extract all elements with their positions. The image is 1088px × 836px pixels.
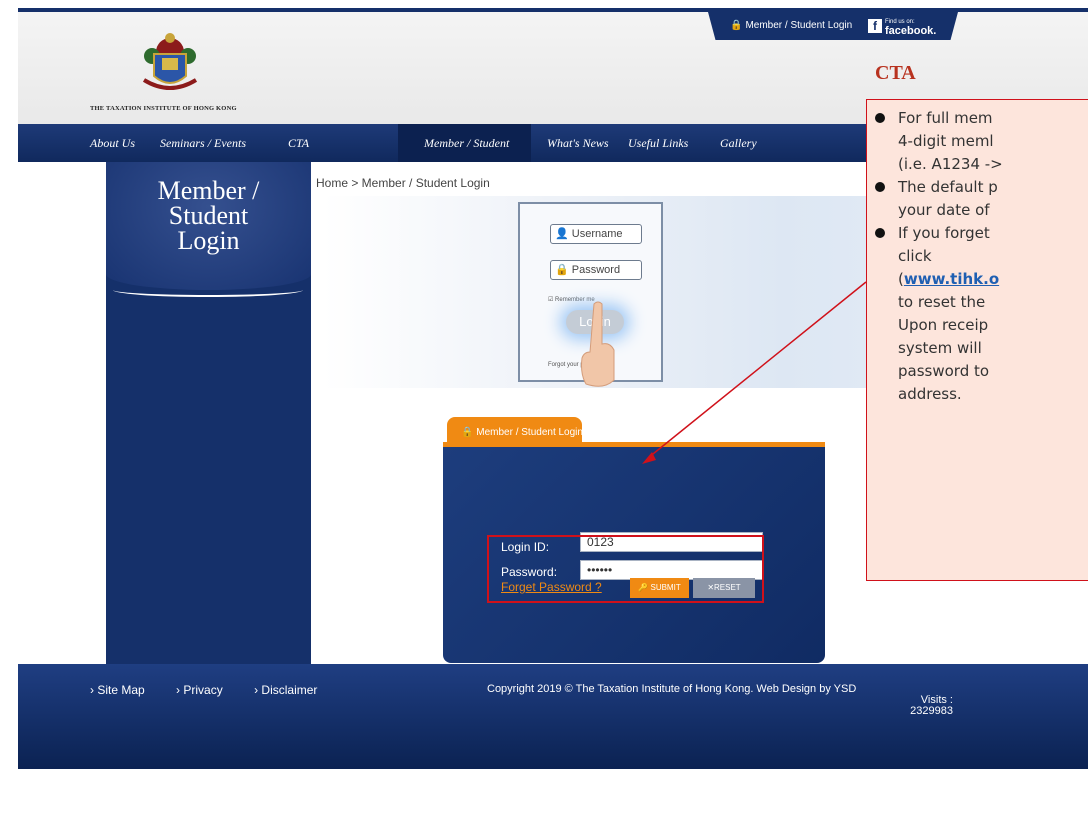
sidebar-title: Member / Student Login [106,176,311,255]
footer-privacy-link[interactable]: › Privacy [176,683,237,697]
callout-line: (www.tihk.o [898,270,1000,288]
callout-line: your date of [898,201,990,219]
nav-gallery[interactable]: Gallery [720,136,757,151]
visits-value: 2329983 [910,705,953,717]
callout-bullet: For full mem [875,108,1088,128]
sidebar-arc [113,283,303,297]
visit-counter: Visits : 2329983 [893,695,953,717]
sidebar-title-line: Student [168,201,249,230]
lock-icon: 🔒 [730,20,743,31]
facebook-icon: f [868,19,882,33]
facebook-link[interactable]: f Find us on: facebook. [868,16,937,37]
footer-links: › Site Map › Privacy › Disclaimer [90,683,345,697]
breadcrumb[interactable]: Home > Member / Student Login [316,176,490,190]
callout-line: address. [898,385,962,403]
footer-sitemap-link[interactable]: › Site Map [90,683,159,697]
callout-line: password to [898,362,990,380]
callout-bullet: If you forget [875,223,1088,243]
cta-brand: CTA [875,62,916,84]
nav-seminars-events[interactable]: Seminars / Events [160,136,246,151]
nav-whats-news[interactable]: What's News [547,136,609,151]
callout-line: (i.e. A1234 -> [898,155,1003,173]
callout-link[interactable]: www.tihk.o [904,270,999,288]
banner-password-field: 🔒 Password [550,260,642,280]
footer-disclaimer-link[interactable]: › Disclaimer [254,683,331,697]
sidebar-title-line: Member / [157,176,260,205]
lock-icon: 🔒 [461,427,474,438]
institute-name: THE TAXATION INSTITUTE OF HONG KONG [90,105,237,112]
callout-line: click [898,247,932,265]
sidebar-title-line: Login [177,226,240,255]
facebook-label: facebook. [885,25,937,37]
copyright-text: Copyright 2019 © The Taxation Institute … [487,683,857,695]
institute-logo[interactable] [130,30,210,102]
callout-line: 4-digit meml [898,132,994,150]
nav-member-student[interactable]: Member / Student [424,136,509,151]
login-highlight-box [487,535,764,603]
pointing-finger-illustration [581,301,615,387]
callout-line: Upon receip [898,316,989,334]
callout-line: to reset the [898,293,986,311]
callout-line: system will [898,339,982,357]
callout-bullet: The default p [875,177,1088,197]
member-login-link[interactable]: 🔒 Member / Student Login [730,20,852,31]
nav-about-us[interactable]: About Us [90,136,135,151]
login-tab-label: 🔒 Member / Student Login [461,427,583,438]
instruction-callout-text: For full mem 4-digit meml (i.e. A1234 ->… [875,108,1088,407]
nav-cta[interactable]: CTA [288,136,309,151]
nav-useful-links[interactable]: Useful Links [628,136,688,151]
banner-username-field: 👤 Username [550,224,642,244]
